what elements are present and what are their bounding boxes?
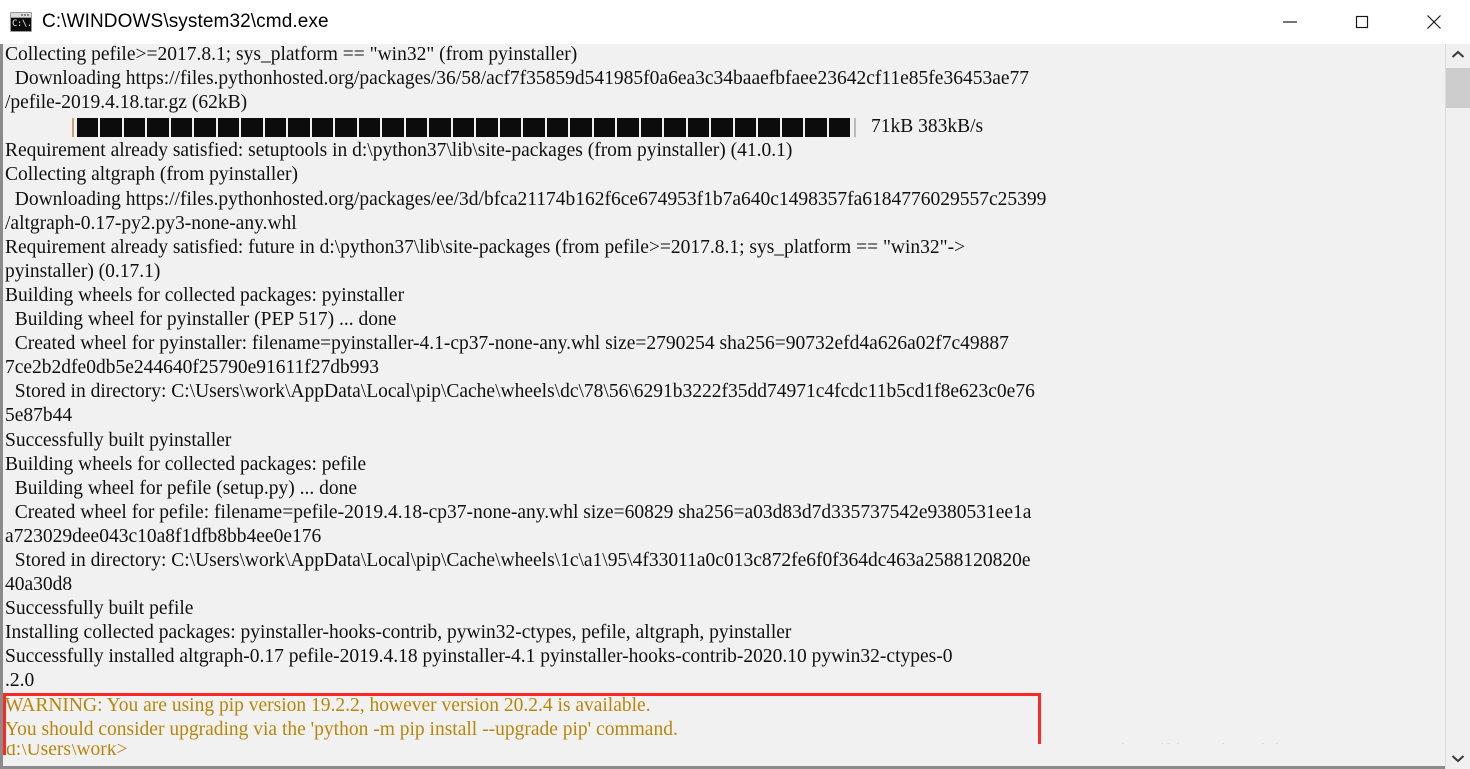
progress-block bbox=[476, 118, 500, 138]
progress-block bbox=[311, 118, 336, 138]
console-line: .2.0 bbox=[5, 670, 35, 692]
progress-block bbox=[828, 118, 850, 138]
progress-end-marker bbox=[854, 118, 856, 138]
progress-block bbox=[358, 118, 383, 138]
progress-block bbox=[170, 118, 195, 138]
maximize-button[interactable] bbox=[1326, 0, 1398, 44]
progress-block bbox=[382, 118, 406, 138]
window-controls bbox=[1254, 0, 1470, 44]
console-line: Requirement already satisfied: future in… bbox=[5, 236, 966, 258]
console-line: Successfully built pefile bbox=[5, 598, 194, 620]
progress-rate-text: 71kB 383kB/s bbox=[871, 116, 984, 138]
titlebar[interactable]: C:\. C:\WINDOWS\system32\cmd.exe bbox=[0, 0, 1470, 44]
progress-block bbox=[77, 118, 101, 138]
progress-block bbox=[805, 118, 829, 138]
console-line: Building wheels for collected packages: … bbox=[5, 284, 405, 306]
console-line: 40a30d8 bbox=[5, 574, 73, 596]
progress-block bbox=[335, 118, 359, 138]
cmd-icon-dots bbox=[21, 14, 30, 16]
console-line: Downloading https://files.pythonhosted.o… bbox=[5, 188, 1047, 210]
progress-block bbox=[593, 118, 618, 138]
console-text: Collecting pefile>=2017.8.1; sys_platfor… bbox=[5, 44, 1441, 742]
console-line: pyinstaller) (0.17.1) bbox=[5, 260, 161, 282]
progress-block bbox=[570, 118, 594, 138]
close-button[interactable] bbox=[1398, 0, 1470, 44]
progress-block bbox=[758, 118, 782, 138]
bottom-cutoff-line: d:\Users\work> bbox=[6, 744, 1444, 766]
progress-block bbox=[288, 118, 312, 138]
console-line: Building wheel for pefile (setup.py) ...… bbox=[5, 477, 357, 499]
console-line: Stored in directory: C:\Users\work\AppDa… bbox=[5, 549, 1031, 571]
progress-block bbox=[546, 118, 571, 138]
progress-blocks bbox=[77, 118, 850, 138]
console-line: Successfully built pyinstaller bbox=[5, 429, 232, 451]
progress-block bbox=[147, 118, 171, 138]
console-line: Created wheel for pyinstaller: filename=… bbox=[5, 333, 1009, 355]
cmd-icon-prompt: C:\. bbox=[11, 18, 31, 31]
progress-block bbox=[452, 118, 477, 138]
progress-block bbox=[734, 118, 759, 138]
cmd-icon: C:\. bbox=[10, 12, 32, 32]
bottom-cutoff-text: d:\Users\work> bbox=[6, 744, 128, 760]
progress-block bbox=[711, 118, 735, 138]
progress-block bbox=[264, 118, 289, 138]
progress-block bbox=[123, 118, 148, 138]
progress-block bbox=[217, 118, 242, 138]
progress-block bbox=[617, 118, 641, 138]
progress-block bbox=[194, 118, 218, 138]
console-output-area[interactable]: Collecting pefile>=2017.8.1; sys_platfor… bbox=[0, 44, 1470, 769]
console-line: 5e87b44 bbox=[5, 405, 73, 427]
console-line: a723029dee043c10a8f1dfb8bb4ee0e176 bbox=[5, 525, 322, 547]
console-line: Created wheel for pefile: filename=pefil… bbox=[5, 501, 1032, 523]
console-line: Successfully installed altgraph-0.17 pef… bbox=[5, 646, 953, 668]
download-progress-bar: 71kB 383kB/s bbox=[5, 115, 1441, 139]
scroll-down-arrow-icon[interactable] bbox=[1446, 747, 1470, 769]
scroll-up-arrow-icon[interactable] bbox=[1446, 44, 1470, 66]
progress-start-marker bbox=[72, 118, 74, 138]
console-line: Downloading https://files.pythonhosted.o… bbox=[5, 68, 1029, 90]
scrollbar-thumb[interactable] bbox=[1446, 68, 1470, 108]
progress-block bbox=[781, 118, 806, 138]
console-warning-line: You should consider upgrading via the 'p… bbox=[5, 718, 678, 740]
progress-block bbox=[523, 118, 547, 138]
vertical-scrollbar[interactable] bbox=[1445, 44, 1470, 769]
progress-block bbox=[241, 118, 265, 138]
console-line: Building wheel for pyinstaller (PEP 517)… bbox=[5, 309, 397, 331]
progress-block bbox=[664, 118, 688, 138]
cmd-window: C:\. C:\WINDOWS\system32\cmd.exe Collect… bbox=[0, 0, 1470, 769]
progress-block bbox=[640, 118, 665, 138]
progress-block bbox=[499, 118, 524, 138]
window-title: C:\WINDOWS\system32\cmd.exe bbox=[42, 11, 329, 32]
console-line: /pefile-2019.4.18.tar.gz (62kB) bbox=[5, 92, 248, 114]
console-line: Requirement already satisfied: setuptool… bbox=[5, 140, 793, 162]
console-line: Collecting altgraph (from pyinstaller) bbox=[5, 164, 298, 186]
progress-block bbox=[429, 118, 453, 138]
console-line: /altgraph-0.17-py2.py3-none-any.whl bbox=[5, 212, 297, 234]
progress-block bbox=[405, 118, 430, 138]
console-line: 7ce2b2dfe0db5e244640f25790e91611f27db993 bbox=[5, 357, 380, 379]
console-line: Collecting pefile>=2017.8.1; sys_platfor… bbox=[5, 44, 578, 65]
minimize-button[interactable] bbox=[1254, 0, 1326, 44]
console-line: Stored in directory: C:\Users\work\AppDa… bbox=[5, 381, 1035, 403]
console-line: Installing collected packages: pyinstall… bbox=[5, 622, 792, 644]
console-line: Building wheels for collected packages: … bbox=[5, 453, 367, 475]
console-warning-line: WARNING: You are using pip version 19.2.… bbox=[5, 694, 651, 716]
progress-block bbox=[687, 118, 712, 138]
progress-block bbox=[100, 118, 124, 138]
